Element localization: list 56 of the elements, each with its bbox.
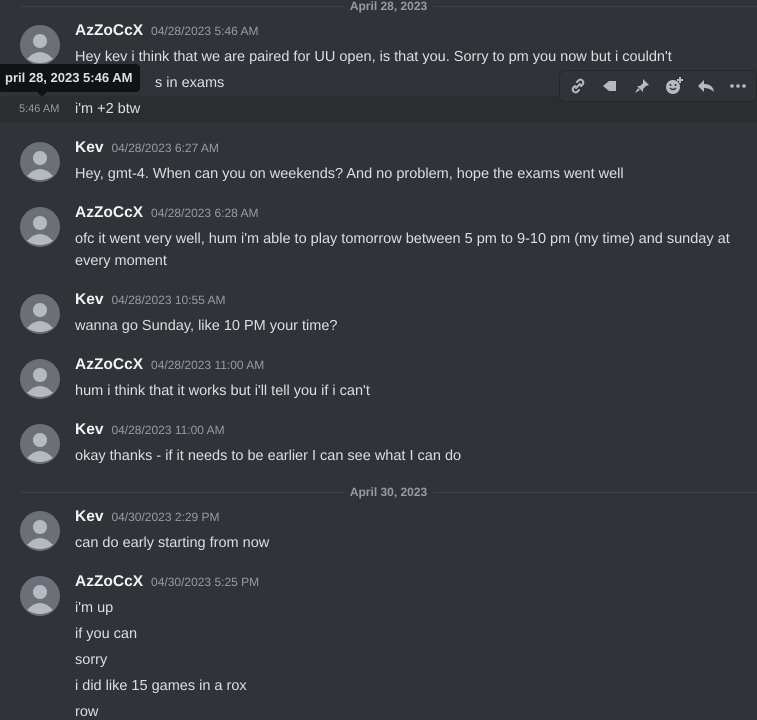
message-text: i'm up <box>75 600 114 616</box>
message-row[interactable]: wanna go Sunday, like 10 PM your time? <box>0 313 757 339</box>
date-divider: April 30, 2023 <box>350 485 428 499</box>
avatar[interactable] <box>20 25 60 65</box>
message-text: sorry <box>75 652 108 668</box>
avatar[interactable] <box>20 294 60 334</box>
avatar[interactable] <box>20 424 60 464</box>
avatar[interactable] <box>20 207 60 247</box>
timestamp: 04/28/2023 10:55 AM <box>111 293 226 307</box>
tooltip-pointer <box>37 92 47 97</box>
avatar[interactable] <box>20 576 60 616</box>
message-row[interactable]: if you can <box>0 621 757 647</box>
message-text: i did like 15 games in a rox <box>75 678 247 694</box>
message-text: row <box>75 704 98 720</box>
username[interactable]: Kev <box>75 139 104 157</box>
message-row[interactable]: i'm up <box>0 595 757 621</box>
message-text: wanna go Sunday, like 10 PM your time? <box>75 318 338 334</box>
message-row[interactable]: 5:46 AM i'm +2 btw <box>0 96 757 122</box>
avatar[interactable] <box>20 142 60 182</box>
message-text: okay thanks - if it needs to be earlier I can see what I can do <box>75 448 462 464</box>
message-text: if you can <box>75 626 138 642</box>
message-row[interactable]: i did like 15 games in a rox <box>0 673 757 699</box>
message-text: Hey kev i think that we are paired for UU open, is that you. Sorry to pm you now but i couldn't <box>75 49 672 65</box>
pin-icon[interactable] <box>632 76 652 96</box>
username[interactable]: AzZoCcX <box>75 573 144 591</box>
timestamp: 04/28/2023 11:00 AM <box>111 423 225 437</box>
date-divider: April 28, 2023 <box>350 0 428 13</box>
avatar[interactable] <box>20 511 60 551</box>
message-row[interactable]: can do early starting from now <box>0 530 757 556</box>
hover-timestamp: 5:46 AM <box>19 102 60 117</box>
username[interactable]: AzZoCcX <box>75 204 144 222</box>
timestamp: 04/30/2023 2:29 PM <box>111 510 220 524</box>
username[interactable]: Kev <box>75 421 104 439</box>
date-tooltip: pril 28, 2023 5:46 AM <box>0 64 140 92</box>
avatar[interactable] <box>20 359 60 399</box>
message-text: hum i think that it works but i'll tell you if i can't <box>75 383 370 399</box>
timestamp: 04/28/2023 6:27 AM <box>111 141 219 155</box>
message-row[interactable]: ofc it went very well, hum i'm able to play tomorrow between 5 pm to 9-10 pm (my time) and sunday at every moment <box>0 226 757 274</box>
message-row[interactable]: sorry <box>0 647 757 673</box>
username[interactable]: Kev <box>75 291 104 309</box>
timestamp: 04/30/2023 5:25 PM <box>151 575 260 589</box>
add-reaction-icon[interactable] <box>664 76 684 96</box>
username[interactable]: AzZoCcX <box>75 356 144 374</box>
timestamp: 04/28/2023 11:00 AM <box>151 358 264 372</box>
message-text: can do early starting from now <box>75 535 270 551</box>
message-row[interactable]: okay thanks - if it needs to be earlier I can see what I can do <box>0 443 757 469</box>
timestamp: 04/28/2023 6:28 AM <box>151 206 258 220</box>
timestamp: 04/28/2023 5:46 AM <box>151 24 258 38</box>
message-row[interactable]: row <box>0 699 757 720</box>
message-text: ofc it went very well, hum i'm able to play tomorrow between 5 pm to 9-10 pm (my time) and sunday at every moment <box>75 231 730 269</box>
message-text: i'm +2 btw <box>75 101 140 117</box>
username[interactable]: AzZoCcX <box>75 22 144 40</box>
message-row[interactable]: hum i think that it works but i'll tell you if i can't <box>0 378 757 404</box>
message-row[interactable]: Hey, gmt-4. When can you on weekends? And no problem, hope the exams went well <box>0 161 757 187</box>
username[interactable]: Kev <box>75 508 104 526</box>
message-text: Hey, gmt-4. When can you on weekends? And no problem, hope the exams went well <box>75 166 624 182</box>
